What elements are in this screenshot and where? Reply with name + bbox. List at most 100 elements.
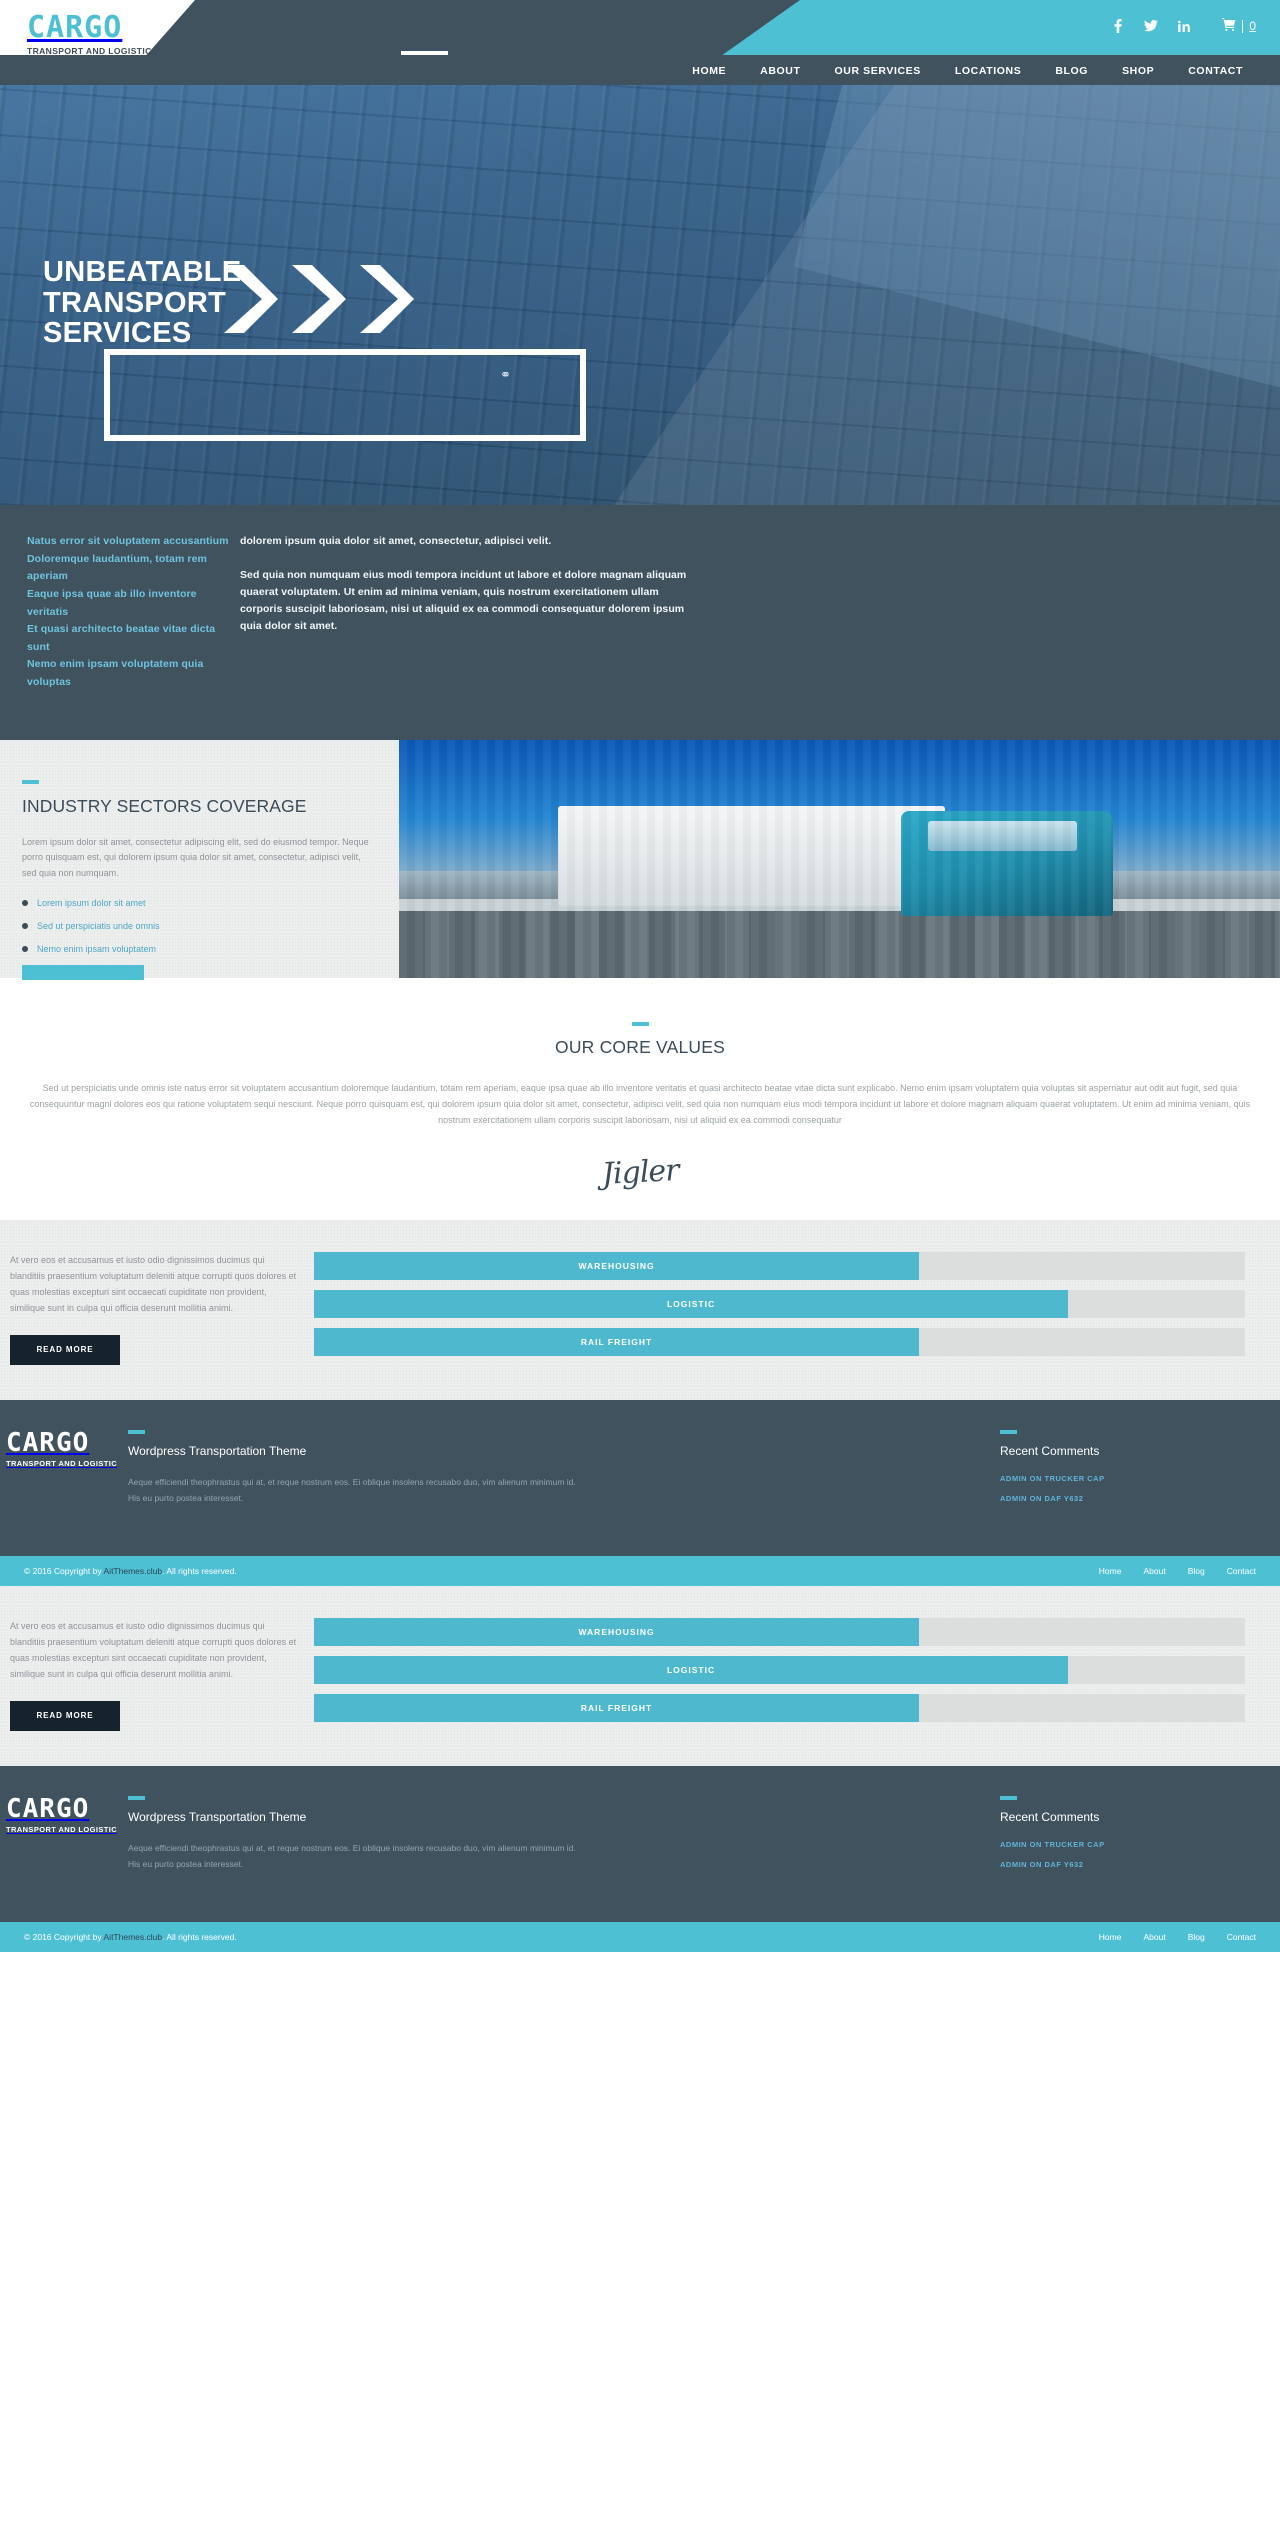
progress-bar-fill: LOGISTIC [314, 1655, 1069, 1684]
footer-nav-home[interactable]: Home [1099, 1566, 1122, 1576]
bullet-icon [22, 946, 28, 953]
list-item: Eaque ipsa quae ab illo inventore verita… [27, 587, 197, 618]
footer-comments-title: Recent Comments [1000, 1809, 1100, 1824]
site-header: CARGO TRANSPORT AND LOGISTIC 0 HOME ABOU… [0, 0, 1280, 85]
progress-bar-label: WAREHOUSING [578, 1626, 655, 1637]
industry-cta-button[interactable] [22, 965, 144, 981]
nav-link-home[interactable]: HOME [692, 65, 726, 77]
footer-logo[interactable]: CARGO TRANSPORT AND LOGISTIC [0, 1796, 128, 1880]
industry-list-label: Lorem ipsum dolor sit amet [37, 898, 146, 909]
nav-link-contact[interactable]: CONTACT [1188, 65, 1243, 77]
footer-nav-blog[interactable]: Blog [1188, 1566, 1205, 1576]
main-navigation: HOME ABOUT OUR SERVICES LOCATIONS BLOG S… [0, 51, 1280, 85]
footer-nav-about[interactable]: About [1143, 1932, 1165, 1942]
industry-list-label: Sed ut perspiciatis unde omnis [37, 921, 160, 932]
nav-item-our-services[interactable]: OUR SERVICES [818, 61, 938, 79]
hero-banner: UNBEATABLE TRANSPORT SERVICES ⚭ [0, 85, 1280, 505]
hero-title-line-3: SERVICES [43, 317, 192, 350]
bullet-icon [22, 923, 28, 930]
skills-paragraph: At vero eos et accusamus et iusto odio d… [10, 1620, 297, 1679]
footer-comments-widget: Recent Comments ADMIN ON TRUCKER CAP ADM… [1000, 1795, 1280, 1880]
read-more-button[interactable]: READ MORE [10, 1334, 120, 1365]
progress-bar-warehousing: WAREHOUSING [314, 1617, 1245, 1646]
nav-item-home[interactable]: HOME [675, 61, 743, 79]
footer-about-text: Aeque efficiendi theophrastus qui at, et… [128, 1476, 576, 1504]
footer-logo-wordmark: CARGO [6, 1427, 90, 1458]
intro-paragraph-1: dolorem ipsum quia dolor sit amet, conse… [240, 535, 552, 547]
nav-item-blog[interactable]: BLOG [1038, 61, 1105, 79]
progress-bar-logistic: LOGISTIC [314, 1655, 1245, 1684]
copyright-link[interactable]: AitThemes.club [104, 1932, 163, 1942]
footer-about-text: Aeque efficiendi theophrastus qui at, et… [128, 1842, 576, 1870]
nav-link-blog[interactable]: BLOG [1055, 65, 1088, 77]
progress-bar-label: WAREHOUSING [578, 1260, 655, 1271]
copyright-link[interactable]: AitThemes.club [104, 1566, 163, 1576]
hero-title: UNBEATABLE TRANSPORT SERVICES [43, 257, 241, 349]
footer-nav-contact[interactable]: Contact [1227, 1566, 1256, 1576]
read-more-button[interactable]: READ MORE [10, 1700, 120, 1731]
progress-bar-fill: WAREHOUSING [314, 1251, 920, 1280]
site-logo[interactable]: CARGO TRANSPORT AND LOGISTIC [27, 13, 152, 57]
section-accent-dash [128, 1429, 145, 1434]
list-item: Doloremque laudantium, totam rem aperiam [27, 552, 207, 583]
skills-text-column: At vero eos et accusamus et iusto odio d… [0, 1252, 300, 1366]
footer-nav: Home About Blog Contact [1099, 1932, 1256, 1942]
twitter-icon[interactable] [1144, 18, 1159, 34]
nav-item-about[interactable]: ABOUT [743, 61, 817, 79]
footer-nav-blog[interactable]: Blog [1188, 1932, 1205, 1942]
nav-link-about[interactable]: ABOUT [760, 65, 800, 77]
footer-comments-widget: Recent Comments ADMIN ON TRUCKER CAP ADM… [1000, 1429, 1280, 1514]
cart-divider [1242, 19, 1244, 33]
progress-bar-fill: RAIL FREIGHT [314, 1327, 920, 1356]
hero-title-line-1: UNBEATABLE [43, 256, 242, 288]
list-item[interactable]: Sed ut perspiciatis unde omnis [22, 921, 369, 931]
footer-about-widget: Wordpress Transportation Theme Aeque eff… [128, 1429, 578, 1514]
section-accent-dash [1000, 1795, 1017, 1800]
footer-logo[interactable]: CARGO TRANSPORT AND LOGISTIC [0, 1430, 128, 1514]
cart-icon [1222, 18, 1236, 34]
recent-comment-link[interactable]: ADMIN ON TRUCKER CAP [1000, 1474, 1280, 1483]
progress-bar-label: LOGISTIC [666, 1298, 716, 1309]
skills-section: At vero eos et accusamus et iusto odio d… [0, 1219, 1280, 1400]
recent-comment-link[interactable]: ADMIN ON TRUCKER CAP [1000, 1840, 1280, 1849]
progress-bar-warehousing: WAREHOUSING [314, 1251, 1245, 1280]
progress-bar-label: RAIL FREIGHT [580, 1702, 653, 1713]
list-item[interactable]: Lorem ipsum dolor sit amet [22, 898, 369, 908]
copyright-text: © 2016 Copyright by AitThemes.club. All … [24, 1566, 237, 1576]
section-accent-dash [631, 1021, 649, 1026]
image-motion-blur [399, 739, 1280, 978]
footer-nav-about[interactable]: About [1143, 1566, 1165, 1576]
footer-nav-home[interactable]: Home [1099, 1932, 1122, 1942]
chevron-right-icon [292, 265, 346, 333]
nav-link-our-services[interactable]: OUR SERVICES [835, 65, 921, 77]
section-accent-dash [1000, 1429, 1017, 1434]
nav-item-contact[interactable]: CONTACT [1171, 61, 1260, 79]
nav-link-locations[interactable]: LOCATIONS [955, 65, 1021, 77]
signature: Jigler [600, 1152, 680, 1192]
footer-about-title: Wordpress Transportation Theme [128, 1443, 307, 1458]
progress-bar-fill: WAREHOUSING [314, 1617, 920, 1646]
list-item[interactable]: Nemo enim ipsam voluptatem [22, 944, 369, 954]
copyright-bar: © 2016 Copyright by AitThemes.club. All … [0, 1555, 1280, 1586]
intro-section: Natus error sit voluptatem accusantium D… [0, 505, 1280, 740]
facebook-icon[interactable] [1111, 18, 1125, 34]
skills-text-column: At vero eos et accusamus et iusto odio d… [0, 1618, 300, 1732]
cart-button[interactable]: 0 [1222, 18, 1256, 34]
nav-item-locations[interactable]: LOCATIONS [938, 61, 1038, 79]
linkedin-icon[interactable] [1177, 18, 1191, 34]
skills-section-duplicate: At vero eos et accusamus et iusto odio d… [0, 1585, 1280, 1766]
recent-comment-link[interactable]: ADMIN ON DAF Y632 [1000, 1860, 1280, 1869]
footer-logo-tagline: TRANSPORT AND LOGISTIC [6, 1824, 118, 1834]
progress-bar-rail-freight: RAIL FREIGHT [314, 1327, 1245, 1356]
hero-frame-decoration [104, 349, 586, 441]
nav-link-shop[interactable]: SHOP [1122, 65, 1154, 77]
skills-bars-column: WAREHOUSING LOGISTIC RAIL FREIGHT [300, 1617, 1280, 1732]
footer-nav: Home About Blog Contact [1099, 1566, 1256, 1576]
recent-comment-link[interactable]: ADMIN ON DAF Y632 [1000, 1494, 1280, 1503]
nav-item-shop[interactable]: SHOP [1105, 61, 1171, 79]
copyright-suffix: . All rights reserved. [162, 1931, 237, 1942]
site-footer-duplicate: CARGO TRANSPORT AND LOGISTIC Wordpress T… [0, 1765, 1280, 1922]
footer-nav-contact[interactable]: Contact [1227, 1932, 1256, 1942]
intro-paragraph-2: Sed quia non numquam eius modi tempora i… [240, 569, 687, 632]
industry-paragraph: Lorem ipsum dolor sit amet, consectetur … [22, 836, 369, 878]
